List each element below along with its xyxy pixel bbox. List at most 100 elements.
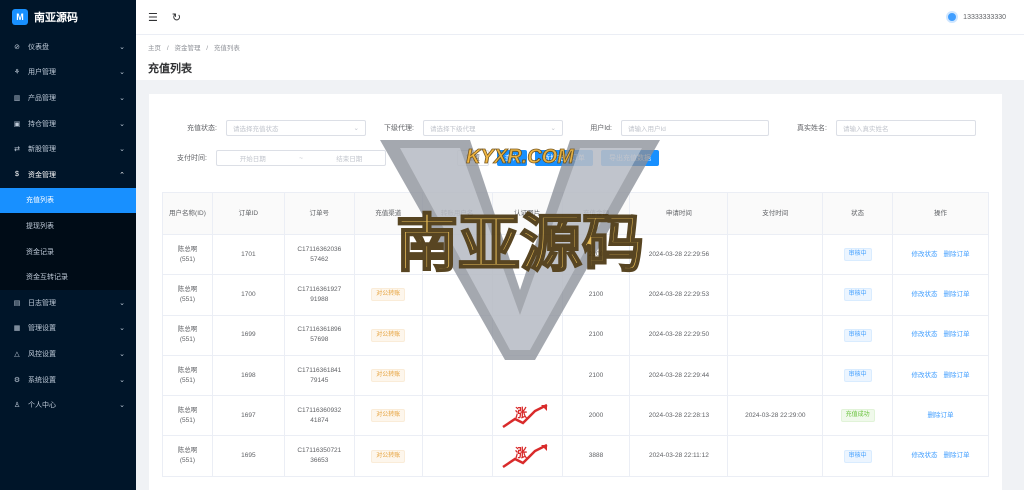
top-bar: ☰ ↻ 13333333330	[136, 0, 1024, 35]
breadcrumb-funds[interactable]: 资金管理	[174, 45, 200, 52]
delete-order-link[interactable]: 删除订单	[944, 452, 970, 459]
breadcrumb-home[interactable]: 主页	[148, 45, 161, 52]
edit-status-link[interactable]: 修改状态	[912, 452, 938, 459]
sidebar-subitem[interactable]: 资金互转记录	[0, 264, 136, 290]
user-menu[interactable]: 13333333330	[946, 11, 1006, 23]
delete-order-link[interactable]: 删除订单	[944, 372, 970, 379]
status-badge: 审核中	[843, 328, 872, 342]
cell-amount: 2000	[561, 395, 631, 437]
chevron-down-icon: ⌄	[550, 125, 556, 132]
breadcrumb-sep: /	[206, 45, 209, 52]
cell-transfer-name	[421, 395, 493, 437]
channel-tag: 对公转账	[371, 328, 406, 342]
table-row: 陈总啊 (551) 1701 C17116362036 57462 2100 202…	[162, 233, 989, 276]
status-select[interactable]: 请选择充值状态 ⌄	[226, 120, 366, 136]
cell-transfer-name	[421, 435, 493, 477]
sidebar-subitem[interactable]: 充值列表	[0, 187, 136, 214]
paytime-range-picker[interactable]: 开始日期 ~ 结束日期	[216, 150, 386, 166]
cell-order-no: C17116361896 57698	[283, 314, 355, 356]
cell-transfer-name	[421, 274, 493, 316]
sidebar-item-portfolio[interactable]: ▣ 持仓管理 ⌄	[0, 111, 136, 137]
sidebar-item-log[interactable]: ▤ 日志管理 ⌄	[0, 290, 136, 316]
cell-pay-time: 2024-03-28 22:29:00	[727, 395, 824, 437]
sidebar-item-money[interactable]: $ 资金管理 ⌃	[0, 162, 136, 188]
cell-pay-time	[727, 233, 824, 276]
add-recharge-button[interactable]: 新增充值订单	[535, 150, 593, 166]
app-logo[interactable]: M 南亚源码	[0, 0, 136, 34]
export-button[interactable]: 导出充值数据	[601, 150, 659, 166]
sidebar-item-gear[interactable]: ⚙ 系统设置 ⌄	[0, 367, 136, 393]
sidebar-item-ipo[interactable]: ⇄ 新股管理 ⌄	[0, 136, 136, 162]
sidebar-item-chart[interactable]: ▥ 产品管理 ⌄	[0, 85, 136, 111]
cell-user: 陈总啊 (551)	[162, 395, 213, 437]
table-row: 陈总啊 (551) 1700 C17116361927 91988 对公转账 210…	[162, 274, 989, 316]
cell-order-id: 1697	[211, 395, 285, 437]
auth-image-thumbnail[interactable]: 涨	[501, 400, 554, 431]
chevron-down-icon: ⌄	[119, 350, 125, 358]
user-name: 陈总啊	[177, 447, 198, 455]
search-button[interactable]: 查询	[497, 150, 527, 166]
cell-pay-time	[727, 354, 824, 397]
user-name: 陈总啊	[177, 285, 198, 293]
user-id: (551)	[179, 295, 196, 303]
reset-button[interactable]: 重置	[457, 150, 489, 166]
col-auth-image: 认证图片	[491, 192, 563, 235]
chevron-down-icon: ⌄	[119, 146, 125, 154]
status-badge: 充值成功	[840, 409, 875, 423]
edit-status-link[interactable]: 修改状态	[912, 331, 938, 338]
settings-grid-icon: ▦	[13, 325, 21, 333]
cell-transfer-name	[421, 314, 493, 356]
edit-status-link[interactable]: 修改状态	[912, 251, 938, 258]
cell-order-no: C17116350721 36653	[283, 435, 355, 477]
ipo-icon: ⇄	[14, 146, 20, 154]
sidebar-item-warning[interactable]: △ 风控设置 ⌄	[0, 341, 136, 367]
sidebar-item-person[interactable]: ♙ 个人中心 ⌄	[0, 392, 136, 418]
user-id: (551)	[179, 336, 196, 344]
edit-status-link[interactable]: 修改状态	[912, 291, 938, 298]
sidebar-subitem[interactable]: 资金记录	[0, 238, 136, 265]
cell-channel: 对公转账	[353, 354, 423, 397]
channel-tag: 对公转账	[371, 369, 406, 383]
sidebar-subitem[interactable]: 提现列表	[0, 213, 136, 239]
agent-select[interactable]: 请选择下级代理 ⌄	[423, 120, 563, 136]
cell-order-no: C17116361927 91988	[283, 274, 355, 316]
user-name: 陈总啊	[177, 406, 198, 414]
delete-order-link[interactable]: 删除订单	[944, 331, 970, 338]
cell-apply-time: 2024-03-28 22:11:12	[629, 435, 729, 477]
edit-status-link[interactable]: 修改状态	[912, 372, 938, 379]
realname-input[interactable]: 请输入真实姓名	[836, 120, 976, 136]
cell-apply-time: 2024-03-28 22:29:44	[629, 354, 729, 397]
realname-filter-label: 真实姓名:	[797, 125, 827, 132]
delete-order-link[interactable]: 删除订单	[944, 251, 970, 258]
cell-amount: 2100	[561, 354, 631, 397]
cell-status: 审核中	[822, 233, 894, 276]
sidebar-item-settings-grid[interactable]: ▦ 管理设置 ⌄	[0, 316, 136, 342]
order-no-part2: 79145	[310, 376, 329, 384]
delete-order-link[interactable]: 删除订单	[928, 412, 954, 419]
userid-input[interactable]: 请输入用户Id	[621, 120, 769, 136]
status-badge: 审核中	[843, 248, 872, 262]
delete-order-link[interactable]: 删除订单	[944, 291, 970, 298]
cell-order-id: 1695	[211, 435, 285, 477]
col-order-id: 订单ID	[211, 192, 285, 235]
sidebar-item-label: 新股管理	[28, 146, 56, 154]
page-title: 充值列表	[148, 63, 192, 75]
chevron-up-icon: ⌃	[119, 171, 125, 179]
menu-toggle-icon[interactable]: ☰	[148, 11, 158, 24]
gear-icon: ⚙	[13, 376, 21, 384]
col-order-no: 订单号	[283, 192, 355, 235]
realname-input-placeholder: 请输入真实姓名	[843, 126, 889, 133]
auth-image-thumbnail[interactable]: 涨	[501, 441, 554, 472]
sidebar-item-label: 个人中心	[28, 402, 56, 410]
cell-actions: 修改状态 删除订单	[892, 435, 989, 477]
avatar	[946, 11, 959, 23]
cell-auth-image	[491, 274, 563, 316]
col-transfer-name: 转账用户名	[421, 192, 493, 235]
cell-amount: 2100	[561, 314, 631, 356]
cell-user: 陈总啊 (551)	[162, 314, 213, 356]
cell-transfer-name	[421, 233, 493, 276]
sidebar-item-users[interactable]: ⚘ 用户管理 ⌄	[0, 60, 136, 86]
sidebar-item-dashboard[interactable]: ⊘ 仪表盘 ⌄	[0, 34, 136, 60]
refresh-icon[interactable]: ↻	[172, 11, 181, 24]
content-card: 充值状态: 请选择充值状态 ⌄ 下级代理: 请选择下级代理 ⌄ 用户Id: 请输…	[149, 94, 1002, 490]
